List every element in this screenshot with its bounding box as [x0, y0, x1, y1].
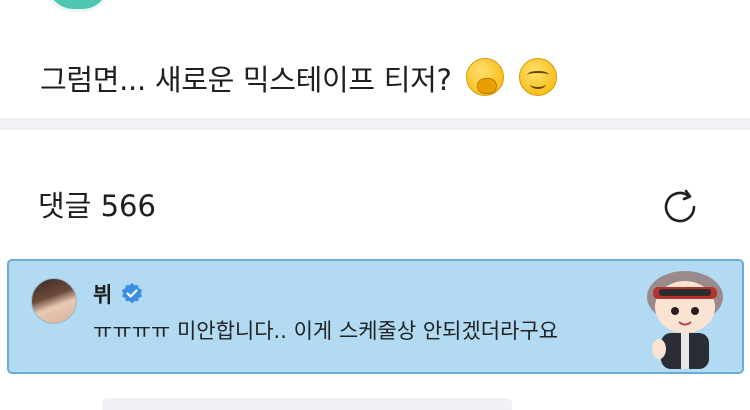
comment-input-bar[interactable] [102, 398, 512, 410]
post-body: 그럼면... 새로운 믹스테이프 티저? [40, 63, 452, 97]
comments-count: 566 [100, 189, 156, 223]
character-sticker [647, 271, 723, 369]
smiling-face-icon [519, 58, 558, 96]
face-with-hand-over-mouth-icon [466, 58, 505, 96]
avatar[interactable] [31, 278, 77, 324]
comment-author: 뷔 [93, 279, 144, 309]
comments-label: 댓글 [38, 189, 92, 223]
verified-badge-icon [122, 283, 143, 304]
refresh-button[interactable] [660, 187, 700, 227]
section-divider [0, 118, 750, 130]
author-name: 뷔 [93, 283, 113, 307]
refresh-icon [664, 189, 696, 223]
comment-text: ㅠㅠㅠㅠ 미안합니다.. 이게 스케줄상 안되겠더라구요 [93, 319, 559, 343]
comments-header: 댓글 566 [38, 186, 156, 226]
avatar[interactable] [44, 0, 112, 12]
post-text: 그럼면... 새로운 믹스테이프 티저? [40, 58, 558, 102]
highlighted-comment[interactable]: 뷔 ㅠㅠㅠㅠ 미안합니다.. 이게 스케줄상 안되겠더라구요 [7, 259, 744, 374]
